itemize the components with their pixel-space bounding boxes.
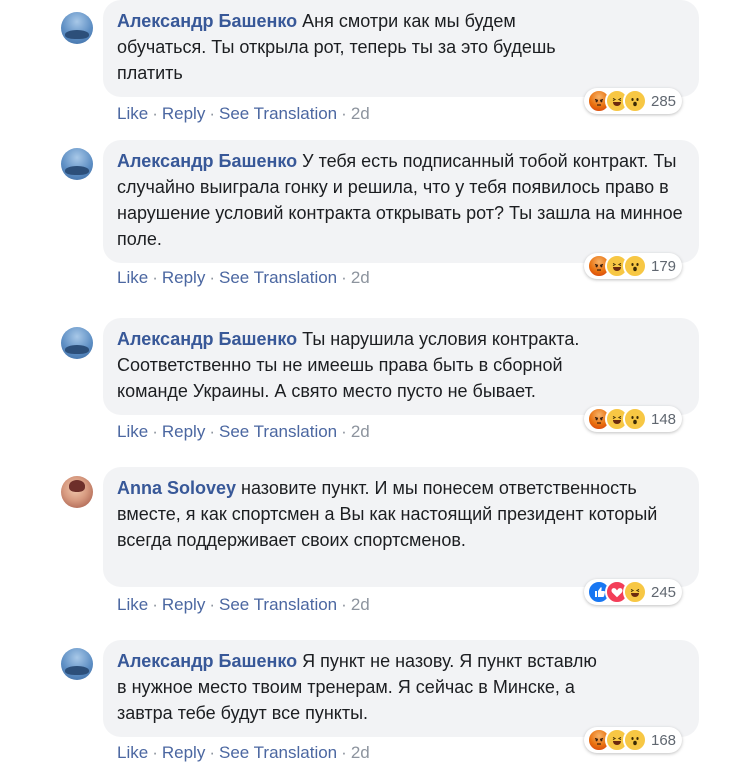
comment-author[interactable]: Александр Башенко bbox=[117, 651, 297, 671]
haha-reaction-icon bbox=[623, 580, 647, 604]
wow-reaction-icon bbox=[623, 89, 647, 113]
see-translation-link[interactable]: See Translation bbox=[219, 422, 337, 441]
reactions-summary[interactable]: 285 bbox=[584, 88, 683, 114]
reactions-summary[interactable]: 245 bbox=[584, 579, 683, 605]
separator: · bbox=[152, 104, 158, 123]
like-link[interactable]: Like bbox=[117, 422, 148, 441]
separator: · bbox=[341, 104, 347, 123]
like-link[interactable]: Like bbox=[117, 595, 148, 614]
reaction-count: 179 bbox=[651, 257, 677, 275]
comment-actions: Like · Reply · See Translation · 2d bbox=[117, 422, 370, 442]
like-link[interactable]: Like bbox=[117, 268, 148, 287]
separator: · bbox=[152, 595, 158, 614]
comment-timestamp[interactable]: 2d bbox=[351, 268, 370, 287]
comment-actions: Like · Reply · See Translation · 2d bbox=[117, 743, 370, 763]
comment-actions: Like · Reply · See Translation · 2d bbox=[117, 268, 370, 288]
separator: · bbox=[209, 743, 215, 762]
reaction-count: 245 bbox=[651, 583, 677, 601]
comment-timestamp[interactable]: 2d bbox=[351, 743, 370, 762]
avatar[interactable] bbox=[61, 648, 93, 680]
comment-author[interactable]: Anna Solovey bbox=[117, 478, 236, 498]
reaction-count: 168 bbox=[651, 731, 677, 749]
reactions-summary[interactable]: 168 bbox=[584, 727, 683, 753]
like-link[interactable]: Like bbox=[117, 104, 148, 123]
reaction-count: 285 bbox=[651, 92, 677, 110]
reply-link[interactable]: Reply bbox=[162, 422, 205, 441]
reply-link[interactable]: Reply bbox=[162, 104, 205, 123]
separator: · bbox=[209, 104, 215, 123]
reply-link[interactable]: Reply bbox=[162, 595, 205, 614]
separator: · bbox=[341, 422, 347, 441]
see-translation-link[interactable]: See Translation bbox=[219, 268, 337, 287]
avatar[interactable] bbox=[61, 476, 93, 508]
reply-link[interactable]: Reply bbox=[162, 743, 205, 762]
avatar[interactable] bbox=[61, 148, 93, 180]
see-translation-link[interactable]: See Translation bbox=[219, 743, 337, 762]
comment-bubble: Александр Башенко У тебя есть подписанны… bbox=[103, 140, 699, 263]
separator: · bbox=[209, 422, 215, 441]
avatar[interactable] bbox=[61, 12, 93, 44]
reply-link[interactable]: Reply bbox=[162, 268, 205, 287]
separator: · bbox=[341, 268, 347, 287]
reaction-count: 148 bbox=[651, 410, 677, 428]
separator: · bbox=[209, 595, 215, 614]
separator: · bbox=[209, 268, 215, 287]
comment-bubble: Александр Башенко Аня смотри как мы буде… bbox=[103, 0, 699, 97]
separator: · bbox=[341, 743, 347, 762]
see-translation-link[interactable]: See Translation bbox=[219, 104, 337, 123]
like-link[interactable]: Like bbox=[117, 743, 148, 762]
reactions-summary[interactable]: 179 bbox=[584, 253, 683, 279]
wow-reaction-icon bbox=[623, 728, 647, 752]
separator: · bbox=[341, 595, 347, 614]
comment-author[interactable]: Александр Башенко bbox=[117, 11, 297, 31]
avatar[interactable] bbox=[61, 327, 93, 359]
comment-bubble: Александр Башенко Я пункт не назову. Я п… bbox=[103, 640, 699, 737]
separator: · bbox=[152, 268, 158, 287]
comment-actions: Like · Reply · See Translation · 2d bbox=[117, 595, 370, 615]
comment-bubble: Александр Башенко Ты нарушила условия ко… bbox=[103, 318, 699, 415]
comment-author[interactable]: Александр Башенко bbox=[117, 151, 297, 171]
separator: · bbox=[152, 422, 158, 441]
comment-timestamp[interactable]: 2d bbox=[351, 595, 370, 614]
comment-author[interactable]: Александр Башенко bbox=[117, 329, 297, 349]
separator: · bbox=[152, 743, 158, 762]
wow-reaction-icon bbox=[623, 254, 647, 278]
comment-actions: Like · Reply · See Translation · 2d bbox=[117, 104, 370, 124]
see-translation-link[interactable]: See Translation bbox=[219, 595, 337, 614]
comment-timestamp[interactable]: 2d bbox=[351, 422, 370, 441]
wow-reaction-icon bbox=[623, 407, 647, 431]
reactions-summary[interactable]: 148 bbox=[584, 406, 683, 432]
comment-timestamp[interactable]: 2d bbox=[351, 104, 370, 123]
comment-bubble: Anna Solovey назовите пункт. И мы понесе… bbox=[103, 467, 699, 587]
